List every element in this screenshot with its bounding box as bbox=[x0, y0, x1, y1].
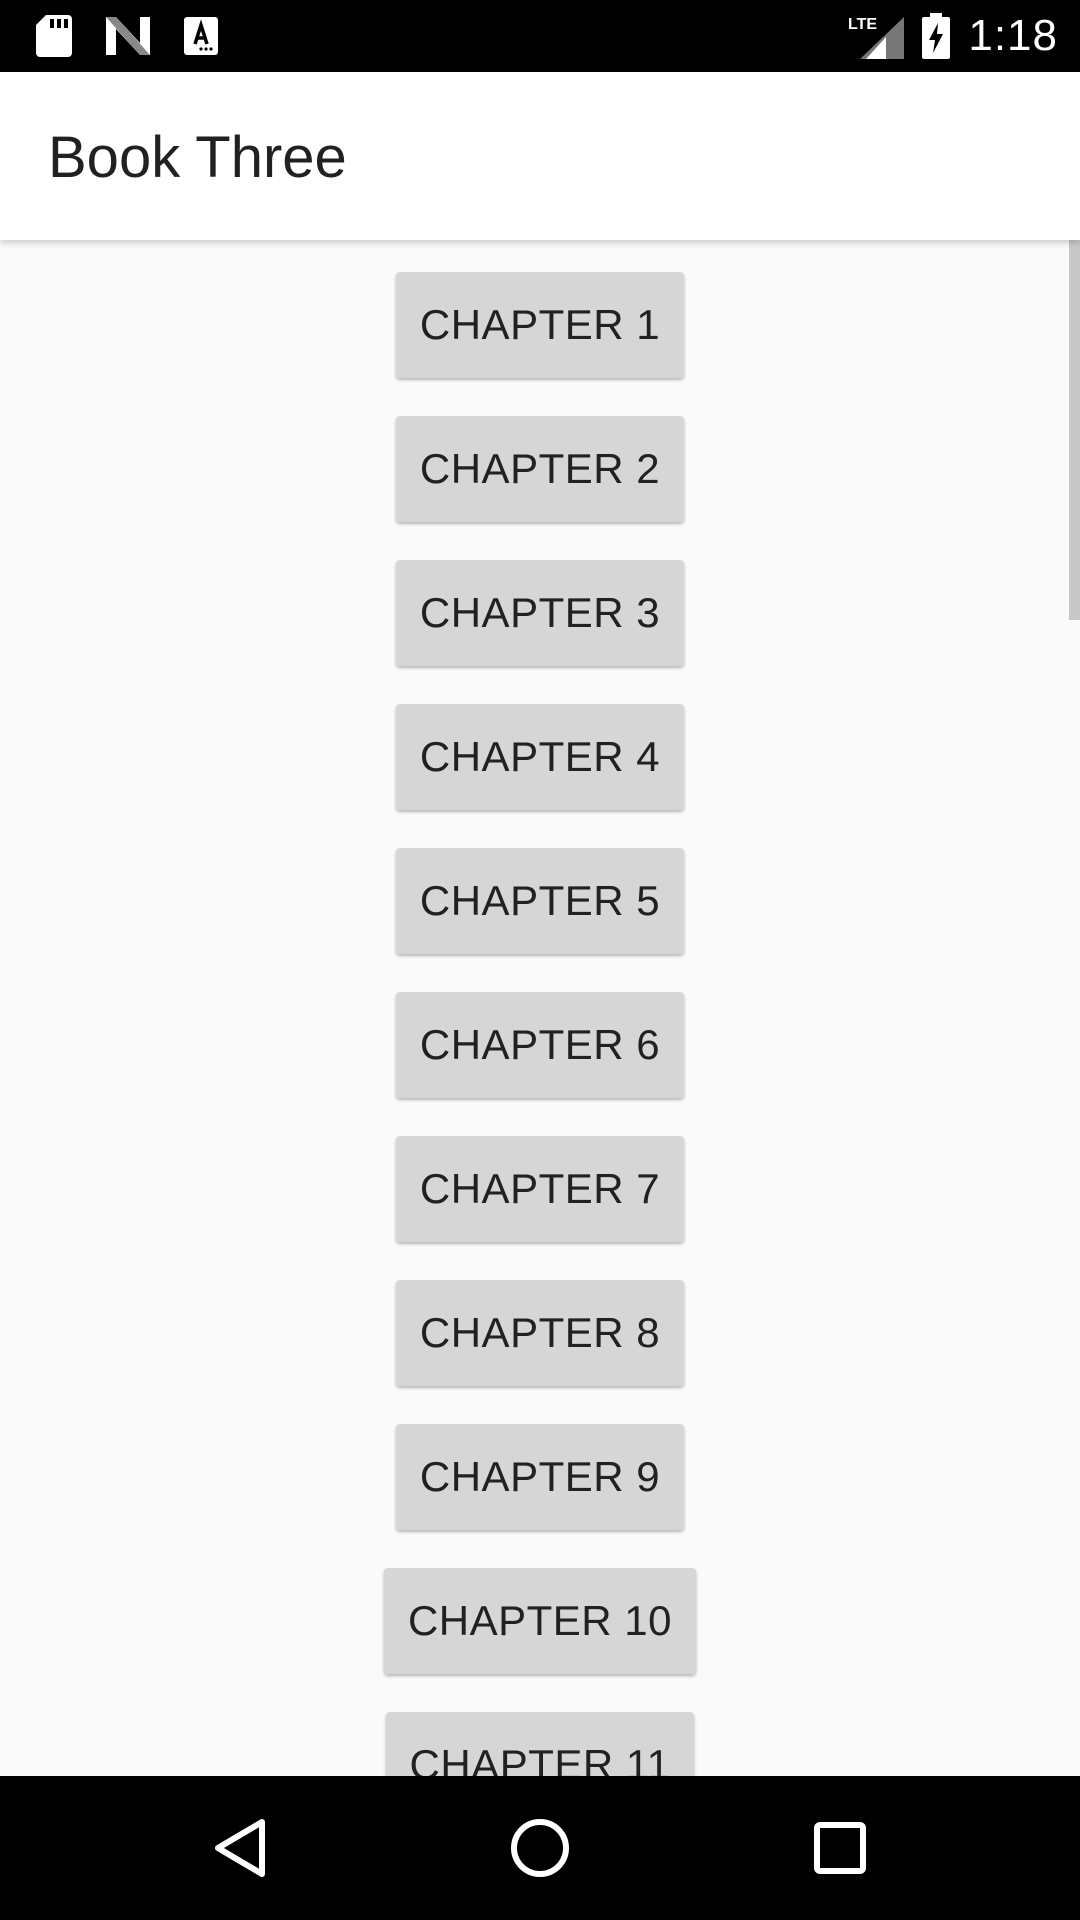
back-icon bbox=[212, 1818, 268, 1878]
chapter-8-button[interactable]: CHAPTER 8 bbox=[395, 1280, 685, 1386]
home-icon bbox=[510, 1818, 570, 1878]
sd-card-icon bbox=[36, 15, 72, 57]
chapter-10-button[interactable]: CHAPTER 10 bbox=[383, 1568, 697, 1674]
chapter-2-button[interactable]: CHAPTER 2 bbox=[395, 416, 685, 522]
keyboard-a-icon bbox=[184, 17, 218, 55]
recents-button[interactable] bbox=[804, 1812, 876, 1884]
screen: LTE 1:18 Book Three CHAPTER 1 CHAPTER 2 bbox=[0, 0, 1080, 1920]
chapter-scroll-view[interactable]: CHAPTER 1 CHAPTER 2 CHAPTER 3 CHAPTER 4 … bbox=[0, 240, 1080, 1776]
chapter-7-button[interactable]: CHAPTER 7 bbox=[395, 1136, 685, 1242]
back-button[interactable] bbox=[204, 1812, 276, 1884]
status-bar: LTE 1:18 bbox=[0, 0, 1080, 72]
battery-charging-icon bbox=[922, 13, 951, 59]
chapter-3-button[interactable]: CHAPTER 3 bbox=[395, 560, 685, 666]
navigation-bar bbox=[0, 1776, 1080, 1920]
chapter-4-button[interactable]: CHAPTER 4 bbox=[395, 704, 685, 810]
network-label: LTE bbox=[848, 16, 877, 33]
chapter-6-button[interactable]: CHAPTER 6 bbox=[395, 992, 685, 1098]
app-bar: Book Three bbox=[0, 72, 1080, 240]
chapter-1-button[interactable]: CHAPTER 1 bbox=[395, 272, 685, 378]
home-button[interactable] bbox=[504, 1812, 576, 1884]
status-time: 1:18 bbox=[968, 11, 1058, 60]
status-right-icons: LTE 1:18 bbox=[848, 0, 1058, 72]
chapter-11-button[interactable]: CHAPTER 11 bbox=[385, 1712, 695, 1776]
page-title: Book Three bbox=[48, 125, 347, 190]
chapter-list: CHAPTER 1 CHAPTER 2 CHAPTER 3 CHAPTER 4 … bbox=[0, 272, 1080, 1776]
recents-icon bbox=[814, 1822, 866, 1874]
lte-signal-icon: LTE bbox=[848, 13, 905, 59]
scrollbar[interactable] bbox=[1069, 240, 1080, 620]
chapter-5-button[interactable]: CHAPTER 5 bbox=[395, 848, 685, 954]
n-logo-icon bbox=[106, 17, 150, 55]
status-left-icons bbox=[36, 14, 218, 58]
chapter-9-button[interactable]: CHAPTER 9 bbox=[395, 1424, 685, 1530]
